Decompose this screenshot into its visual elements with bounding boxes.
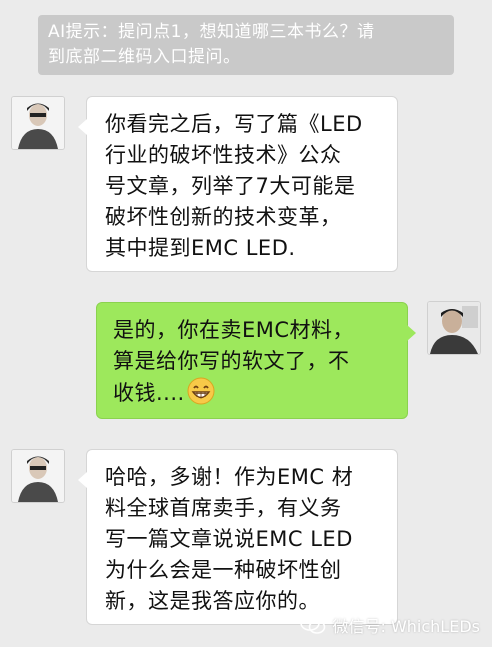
message-text-line: 破坏性创新的技术变革， bbox=[105, 205, 342, 229]
message-bubble-left[interactable]: 你看完之后，写了篇《LED 行业的破坏性技术》公众 号文章，列举了7大可能是 破… bbox=[78, 96, 398, 272]
person-avatar-icon bbox=[12, 97, 64, 149]
avatar-self[interactable] bbox=[428, 302, 480, 354]
avatar-other[interactable] bbox=[12, 97, 64, 149]
message-text-line: 为什么会是一种破坏性创 bbox=[105, 558, 342, 582]
message-text-line: 料全球首席卖手，有义务 bbox=[105, 496, 342, 520]
message-text-line: 是的，你在卖EMC材料， bbox=[113, 318, 355, 342]
message-text-line: 其中提到EMC LED. bbox=[105, 236, 296, 260]
message-text-fragment: 收钱.... bbox=[113, 381, 185, 405]
message-text-line: 号文章，列举了7大可能是 bbox=[105, 174, 356, 198]
message-bubble-right[interactable]: 是的，你在卖EMC材料， 算是给你写的软文了，不 收钱.... bbox=[96, 302, 416, 419]
message-text-line: 你看完之后，写了篇《LED bbox=[105, 112, 363, 136]
message-text-line: 行业的破坏性技术》公众 bbox=[105, 143, 342, 167]
message-text-line: 收钱.... bbox=[113, 377, 395, 409]
notice-line-1: AI提示：提问点1，想知道哪三本书么？请 bbox=[48, 22, 375, 42]
message-text-line: 写一篇文章说说EMC LED bbox=[105, 527, 353, 551]
grin-emoji-icon bbox=[187, 377, 215, 405]
message-bubble-left[interactable]: 哈哈，多谢！作为EMC 材 料全球首席卖手，有义务 写一篇文章说说EMC LED… bbox=[78, 449, 398, 625]
system-notice: AI提示：提问点1，想知道哪三本书么？请 到底部二维码入口提问。 bbox=[38, 15, 454, 75]
person-avatar-icon bbox=[428, 302, 480, 354]
notice-line-2: 到底部二维码入口提问。 bbox=[48, 47, 241, 67]
avatar-other[interactable] bbox=[12, 450, 64, 502]
wechat-watermark: 微信号: WhichLEDs bbox=[300, 613, 480, 637]
message-text-line: 算是给你写的软文了，不 bbox=[113, 349, 350, 373]
watermark-text: 微信号: WhichLEDs bbox=[332, 617, 480, 636]
wechat-icon bbox=[300, 615, 326, 634]
message-text-line: 哈哈，多谢！作为EMC 材 bbox=[105, 465, 354, 489]
person-avatar-icon bbox=[12, 450, 64, 502]
